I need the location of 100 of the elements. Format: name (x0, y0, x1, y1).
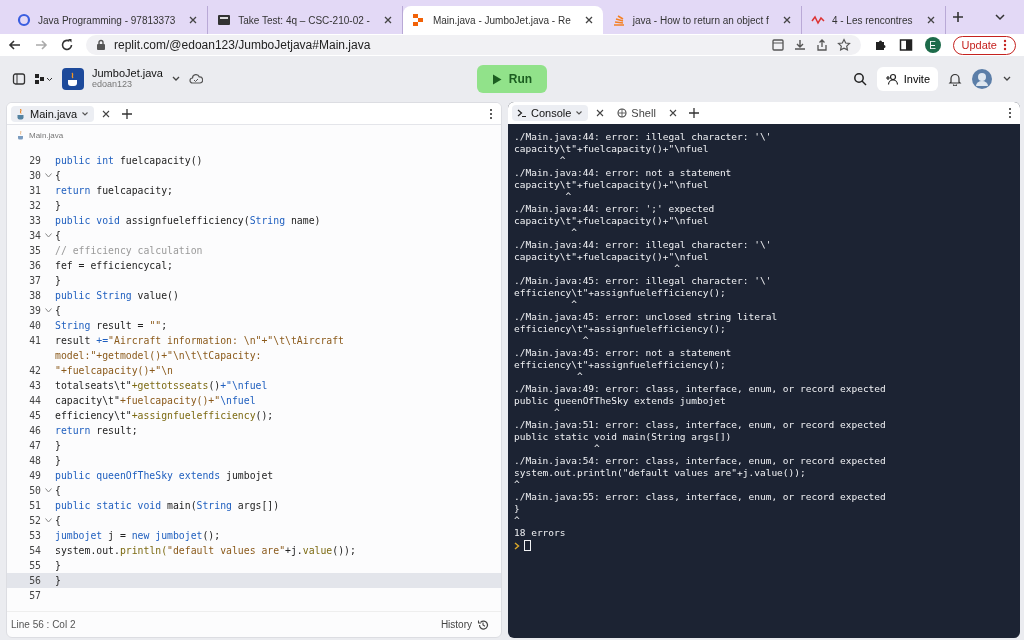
more-icon[interactable] (489, 107, 493, 120)
update-button[interactable]: Update (952, 35, 1016, 55)
code-line: public queenOfTheSky extends jumbojet (55, 469, 274, 483)
close-icon[interactable] (596, 109, 605, 117)
share-icon[interactable] (814, 38, 829, 52)
console-line: ./Main.java:51: error: class, interface, enum, or record expected (514, 419, 886, 431)
close-icon[interactable] (102, 109, 111, 118)
code-line: capacity\t"+fuelcapacity()+"\nfuel (55, 394, 256, 408)
repl-name[interactable]: JumboJet.java (92, 68, 163, 79)
code-line: efficiency\t"+assignfuelefficiency(); (55, 409, 274, 423)
close-icon[interactable] (583, 15, 594, 25)
square-icon (217, 13, 232, 27)
add-icon[interactable] (688, 108, 699, 118)
sidebar-icon[interactable] (898, 38, 913, 52)
code-line: public int fuelcapacity() (55, 154, 203, 168)
console-line: 18 errors (514, 527, 566, 539)
avatar-icon[interactable] (972, 69, 992, 89)
close-icon[interactable] (668, 109, 677, 117)
owner-name: edoan123 (92, 79, 133, 90)
star-icon[interactable] (836, 38, 851, 52)
run-button[interactable]: Run (477, 65, 547, 93)
console-line: ./Main.java:45: error: illegal character: '\' (514, 275, 772, 287)
code-line: } (55, 559, 61, 573)
line-number: 29 (29, 154, 41, 168)
line-number: 40 (29, 319, 41, 333)
console-line: public static void main(String args[]) (514, 431, 732, 443)
close-icon[interactable] (188, 15, 199, 25)
close-icon[interactable] (382, 15, 393, 25)
caret-marker: ^ (558, 155, 566, 167)
console-line: capacity\t"+fuelcapacity()+"\nfuel (514, 215, 709, 227)
line-number: 34 (29, 229, 41, 243)
bell-icon[interactable] (948, 72, 962, 86)
line-number: 32 (29, 199, 41, 213)
shell-icon (617, 108, 628, 118)
coffee-cup-icon (62, 68, 84, 90)
pane-tab[interactable]: Console (512, 105, 589, 121)
console-line: ./Main.java:49: error: class, interface, enum, or record expected (514, 383, 886, 395)
code-line: public void assignfuelefficiency(String name) (55, 214, 321, 228)
window-icon[interactable] (770, 38, 785, 52)
code-line: } (55, 454, 61, 468)
text-cursor (524, 540, 531, 551)
tab-title: 4 - Les rencontres (831, 14, 913, 26)
chevron-down-icon (575, 109, 584, 117)
branches-icon[interactable] (34, 73, 54, 85)
cloud-icon (188, 73, 203, 85)
line-number: 57 (29, 589, 41, 603)
profile-avatar[interactable]: E (924, 37, 941, 53)
code-line: // efficiency calculation (55, 244, 203, 258)
close-icon[interactable] (925, 15, 936, 25)
invite-button[interactable]: Invite (876, 67, 938, 91)
line-number: 31 (29, 184, 41, 198)
console-line: ./Main.java:45: error: unclosed string literal (514, 311, 778, 323)
code-line: return result; (55, 424, 138, 438)
code-line: return fuelcapacity; (55, 184, 173, 198)
back-icon[interactable] (8, 38, 22, 52)
console-line: ./Main.java:54: error: class, interface, enum, or record expected (514, 455, 886, 467)
code-line: { (55, 484, 61, 498)
pane-tab[interactable]: Main.java (11, 105, 95, 122)
play-icon (491, 73, 502, 85)
code-line: { (55, 229, 61, 243)
search-icon[interactable] (852, 72, 867, 86)
code-line: { (55, 514, 61, 528)
sidebar-toggle-icon[interactable] (12, 72, 26, 86)
download-icon[interactable] (792, 38, 807, 52)
add-icon[interactable] (122, 108, 133, 119)
caret-marker: ^ (593, 443, 600, 455)
chevron-down-icon[interactable] (994, 11, 1006, 23)
prompt-icon (517, 108, 527, 118)
coffee-cup-icon (16, 107, 26, 120)
blocks-icon (411, 13, 426, 27)
pane-tab[interactable]: Shell (612, 105, 661, 121)
stack-icon (611, 13, 626, 27)
more-icon[interactable] (1008, 107, 1012, 119)
console-line: capacity\t"+fuelcapacity()+"\nfuel (514, 143, 709, 155)
history-button[interactable]: History (436, 616, 493, 633)
line-number: 54 (29, 544, 41, 558)
line-number: 35 (29, 244, 41, 258)
caret-marker: ^ (514, 515, 520, 527)
console-line: capacity\t"+fuelcapacity()+"\nfuel (514, 251, 709, 263)
code-line: fef = efficiencycal; (55, 259, 173, 273)
url-text: replit.com/@edoan123/JumboJetjava#Main.java (114, 38, 371, 52)
caret-marker: ^ (581, 335, 589, 347)
code-line: jumbojet j = new jumbojet(); (55, 529, 221, 543)
add-person-icon (884, 73, 899, 85)
breadcrumb[interactable]: Main.java (29, 130, 64, 140)
address-bar[interactable]: replit.com/@edoan123/JumboJetjava#Main.java (86, 35, 861, 55)
close-icon[interactable] (781, 15, 792, 25)
caret-marker: ^ (553, 407, 560, 419)
line-number: 50 (29, 484, 41, 498)
browser-tab[interactable]: Main.java - JumboJet.java - Re (402, 6, 603, 34)
tab-title: Main.java - JumboJet.java - Re (432, 14, 571, 26)
console-line: ./Main.java:44: error: illegal character: '\' (514, 239, 772, 251)
console-line: } (514, 503, 520, 515)
line-number: 43 (29, 379, 41, 393)
new-tab-icon[interactable] (951, 11, 964, 23)
chevron-down-icon (81, 109, 90, 118)
coffee-cup-icon (17, 130, 25, 140)
code-line: system.out.println("default values are"+j.value()); (55, 544, 356, 558)
reload-icon[interactable] (60, 38, 74, 52)
line-number: 30 (29, 169, 41, 183)
